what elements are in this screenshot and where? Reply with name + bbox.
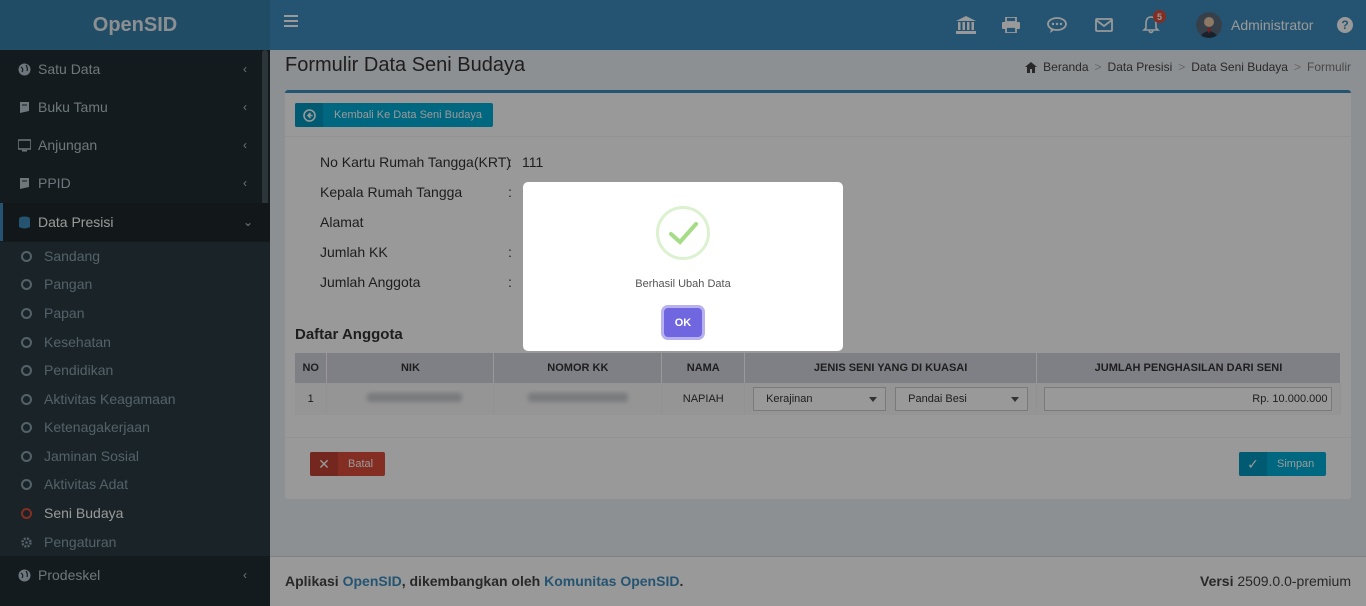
success-check-icon: [656, 206, 710, 260]
success-dialog: Berhasil Ubah Data OK: [523, 182, 843, 351]
dialog-message: Berhasil Ubah Data: [635, 278, 731, 290]
ok-button[interactable]: OK: [664, 308, 702, 337]
